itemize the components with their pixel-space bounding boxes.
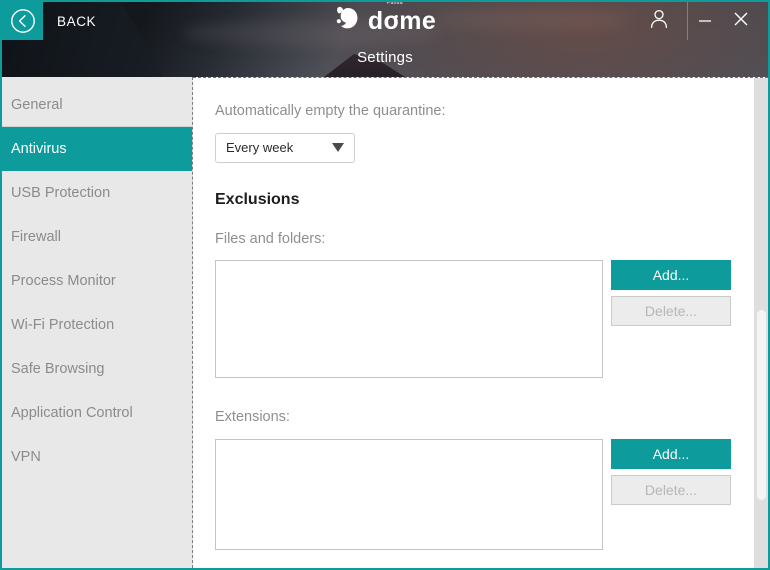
body-container: General Antivirus USB Protection Firewal…	[2, 77, 768, 568]
quarantine-frequency-value: Every week	[226, 140, 294, 156]
sidebar-item-label: General	[11, 96, 63, 113]
sidebar-item-general[interactable]: General	[2, 83, 192, 127]
sidebar-item-label: Wi-Fi Protection	[11, 317, 115, 333]
settings-content-panel: Automatically empty the quarantine: Ever…	[193, 77, 768, 568]
sidebar-item-usb-protection[interactable]: USB Protection	[2, 171, 192, 215]
settings-header: Settings	[2, 40, 768, 74]
user-account-button[interactable]	[631, 2, 687, 40]
files-delete-button: Delete...	[611, 296, 731, 327]
user-account-icon	[648, 8, 670, 35]
page-title: Settings	[357, 48, 413, 66]
sidebar-item-vpn[interactable]: VPN	[2, 435, 192, 479]
sidebar-item-safe-browsing[interactable]: Safe Browsing	[2, 347, 192, 391]
chevron-left-circle-icon	[10, 8, 36, 34]
minimize-icon	[696, 10, 714, 33]
quarantine-label: Automatically empty the quarantine:	[215, 103, 446, 119]
sidebar-item-label: Safe Browsing	[11, 361, 105, 377]
files-folders-listbox[interactable]	[215, 260, 603, 379]
antivirus-settings-form: Automatically empty the quarantine: Ever…	[193, 78, 750, 568]
extensions-label: Extensions:	[215, 409, 290, 426]
title-bar: BACK Panda dome	[2, 2, 768, 40]
brand-tagline: Panda	[386, 0, 403, 6]
sidebar-item-antivirus[interactable]: Antivirus	[2, 127, 192, 171]
files-folders-label: Files and folders:	[215, 230, 326, 247]
chevron-down-icon	[332, 143, 344, 153]
sidebar-item-label: Application Control	[11, 405, 133, 421]
sidebar-item-label: Antivirus	[11, 141, 67, 157]
brand-wordmark: Panda dome	[367, 2, 437, 35]
quarantine-frequency-select[interactable]: Every week	[215, 132, 355, 163]
sidebar-item-application-control[interactable]: Application Control	[2, 391, 192, 435]
back-label[interactable]: BACK	[43, 2, 96, 40]
close-button[interactable]	[722, 2, 760, 40]
exclusions-heading: Exclusions	[215, 190, 300, 208]
scrollbar-thumb[interactable]	[757, 310, 766, 500]
back-button[interactable]	[2, 2, 43, 40]
extensions-row: Add... Delete...	[215, 438, 750, 550]
files-folders-buttons: Add... Delete...	[611, 260, 731, 327]
extensions-add-button[interactable]: Add...	[611, 438, 731, 469]
brand-accent-dot	[394, 14, 398, 18]
panda-head-icon	[334, 5, 361, 37]
extensions-listbox[interactable]	[215, 438, 603, 550]
vertical-scrollbar[interactable]	[754, 78, 768, 568]
close-icon	[731, 9, 751, 34]
sidebar-item-process-monitor[interactable]: Process Monitor	[2, 259, 192, 303]
sidebar-item-firewall[interactable]: Firewall	[2, 215, 192, 259]
sidebar-item-label: Firewall	[11, 229, 61, 245]
minimize-button[interactable]	[688, 2, 722, 40]
window-controls	[631, 2, 768, 40]
app-window: BACK Panda dome Settings General Antivir…	[0, 0, 770, 570]
brand-name: dome	[367, 6, 437, 35]
sidebar-item-label: VPN	[11, 449, 41, 465]
files-folders-row: Add... Delete...	[215, 260, 750, 379]
extensions-delete-button: Delete...	[611, 474, 731, 505]
brand-logo: Panda dome	[334, 2, 436, 40]
sidebar-item-wifi-protection[interactable]: Wi-Fi Protection	[2, 303, 192, 347]
settings-sidebar: General Antivirus USB Protection Firewal…	[2, 77, 193, 568]
sidebar-item-label: Process Monitor	[11, 273, 116, 289]
sidebar-item-label: USB Protection	[11, 185, 111, 201]
files-add-button[interactable]: Add...	[611, 260, 731, 291]
extensions-buttons: Add... Delete...	[611, 438, 731, 505]
